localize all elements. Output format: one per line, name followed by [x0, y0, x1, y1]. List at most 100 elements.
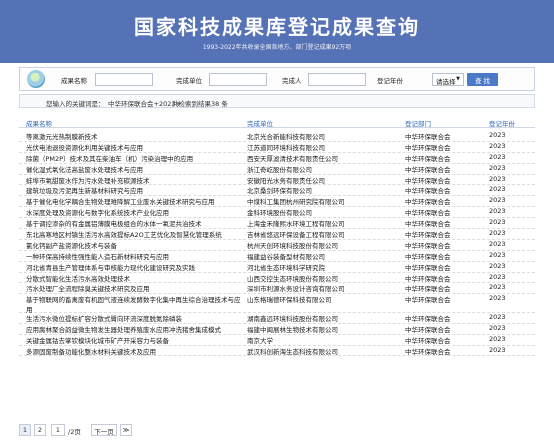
page-subtitle: 1993-2022年共收录全国各地方、部门登记成果92万项	[202, 44, 352, 51]
cell-dept: 中华环保联合会	[405, 154, 451, 163]
cell-year: 2023	[489, 163, 506, 172]
cell-dept: 中华环保联合会	[405, 143, 451, 152]
table-row[interactable]: 基于催化电化学耦合生物处理难降解工业废水关键技术研究与应用 中煤科工集团杭州研究院…	[19, 196, 535, 208]
cell-year: 2023	[489, 196, 506, 205]
cell-dept: 中华环保联合会	[405, 187, 451, 196]
cell-dept: 中华环保联合会	[405, 252, 451, 261]
table-row[interactable]: 东北高寒地区村镇生活污水高效提标A2O工艺优化及智慧化管理系统 吉林省悠远环保设备…	[19, 229, 535, 240]
last-page-button[interactable]: ≫	[120, 424, 132, 436]
cell-dept: 中华环保联合会	[405, 314, 451, 323]
person-input[interactable]	[308, 73, 366, 86]
table-header: 成果名称 完成单位 登记部门 登记年份	[19, 117, 535, 128]
cell-dept: 中华环保联合会	[405, 296, 451, 305]
cell-year: 2023	[489, 218, 506, 227]
table-row[interactable]: 河北省青县生产管理体系与审核能力现代化建设研究及实践 河北省生态环境科学研究院 中华…	[19, 262, 535, 273]
result-summary: 您输入的关键词是： 中华环保联合会+2023+ 共检索到结果38 条	[19, 94, 535, 108]
cell-unit: 杭州天创环境科技股份有限公司	[247, 241, 338, 250]
cell-unit: 金科环境股份有限公司	[247, 209, 312, 218]
page-2-button[interactable]: 2	[34, 424, 46, 436]
name-input[interactable]	[95, 73, 153, 86]
cell-dept: 中华环保联合会	[405, 209, 451, 218]
cell-year: 2023	[489, 131, 506, 139]
cell-dept: 中华环保联合会	[405, 263, 451, 272]
keyword-prefix: 您输入的关键词是：	[46, 100, 105, 108]
cell-dept: 中华环保联合会	[405, 274, 451, 283]
cell-dept: 中华环保联合会	[405, 133, 451, 141]
table-row[interactable]: 基于调控渗杂的有金属铝薄膜电极组合的水体一氧泥共治技术 上海金禾隆熙水环境工程有限…	[19, 218, 535, 230]
cell-year: 2023	[489, 207, 506, 216]
cell-unit: 江苏道同环境科技有限公司	[247, 143, 325, 152]
pagination: 1 2 1 /2页 下一页 ≫	[19, 424, 535, 438]
cell-dept: 中华环保联合会	[405, 198, 451, 207]
cell-year: 2023	[489, 272, 506, 281]
unit-input[interactable]	[209, 73, 267, 86]
cell-year: 2023	[489, 294, 506, 303]
cell-unit: 上海金禾隆熙水环境工程有限公司	[247, 220, 345, 229]
cell-unit: 湖南鑫远环境科技股份有限公司	[247, 314, 338, 323]
table-row[interactable]: 一种环保高持续性强性能人造石新材料研究与应用 福建益谷装备型材有限公司 中华环保联合…	[19, 251, 535, 262]
cell-unit: 深圳市利源水务设计咨询有限公司	[247, 285, 345, 294]
cell-unit: 山西交控生态环境股份有限公司	[247, 274, 338, 283]
cell-unit: 西安天厚滤清技术有限责任公司	[247, 154, 338, 163]
year-select[interactable]: 请选择 ▼	[432, 73, 464, 86]
cell-unit: 北京光合新能科技有限公司	[247, 133, 325, 141]
header-banner: 国家科技成果库登记成果查询 1993-2022年共收录全国各地方、部门登记成果9…	[0, 0, 554, 63]
person-label: 完成人	[282, 77, 302, 85]
table-row[interactable]: 多源固废制备功能化整水材料关键技术及应用 武汉科创新海生态科技有限公司 中华环保联合…	[19, 346, 535, 357]
cell-unit: 安徽阳光水务有限责任公司	[247, 176, 325, 185]
cell-name[interactable]: 基于物联网的畜禽废有机固气液连续发酵数字化集中再生综合治理技术与应用	[26, 294, 244, 314]
search-button[interactable]: 查 找	[467, 73, 498, 86]
cell-unit: 中煤科工集团杭州研究院有限公司	[247, 198, 345, 207]
cell-year: 2023	[489, 152, 506, 161]
result-count: 共检索到结果38 条	[172, 100, 228, 108]
page-title: 国家科技成果库登记成果查询	[134, 15, 420, 39]
cell-dept: 中华环保联合会	[405, 347, 451, 356]
page-goto-input[interactable]: 1	[51, 424, 65, 436]
page-1-button[interactable]: 1	[19, 424, 31, 436]
col-header-name: 成果名称	[26, 120, 52, 128]
cell-unit: 南京大学	[247, 336, 273, 345]
cell-unit: 浙江奇屹股份有限公司	[247, 165, 312, 174]
cell-year: 2023	[489, 334, 506, 343]
cell-year: 2023	[489, 312, 506, 321]
unit-label: 完成单位	[176, 77, 202, 85]
cell-dept: 中华环保联合会	[405, 285, 451, 294]
table-row[interactable]: 污水处理厂全流程除臭关键技术研究及应用 深圳市利源水务设计咨询有限公司 中华环保联合…	[19, 283, 535, 295]
table-row[interactable]: 除菌（PM2P）技术及其在柴油车（机）污染治理中的应用 西安天厚滤清技术有限责任公…	[19, 153, 535, 164]
table-row[interactable]: 水深度处理及资源化与数字化系统技术产业化应用 金科环境股份有限公司 中华环保联合会 2…	[19, 207, 535, 219]
cell-year: 2023	[489, 283, 506, 292]
table-row[interactable]: 氯化钙副产盐资源化技术与装备 杭州天创环境科技股份有限公司 中华环保联合会 2023	[19, 240, 535, 251]
next-page-button[interactable]: 下一页	[91, 424, 117, 436]
cell-unit: 吉林省悠远环保设备工程有限公司	[247, 231, 345, 240]
cell-year: 2023	[489, 261, 506, 270]
cell-year: 2023	[489, 323, 506, 332]
table-row[interactable]: 分散式智能化生活污水高效处理技术 山西交控生态环境股份有限公司 中华环保联合会 202…	[19, 273, 535, 284]
cell-unit: 北京桑剑环保有限公司	[247, 187, 312, 196]
year-select-value: 请选择	[436, 78, 456, 86]
search-panel: 成果名称 完成单位 完成人 登记年份 请选择 ▼ 查 找	[19, 67, 535, 91]
cell-unit: 武汉科创新海生态科技有限公司	[247, 347, 338, 356]
cell-year: 2023	[489, 141, 506, 150]
cell-dept: 中华环保联合会	[405, 336, 451, 345]
cell-year: 2023	[489, 250, 506, 259]
table-row[interactable]: 光伏电池退役资源化利用关键技术与应用 江苏道同环境科技有限公司 中华环保联合会 202…	[19, 142, 535, 153]
cell-dept: 中华环保联合会	[405, 176, 451, 185]
table-row[interactable]: 等离激元光热制膜新技术 北京光合新能科技有限公司 中华环保联合会 2023	[19, 131, 535, 142]
table-row[interactable]: 基于物联网的畜禽废有机固气液连续发酵数字化集中再生综合治理技术与应用 山东格瑞德环…	[19, 294, 535, 314]
keyword-value: 中华环保联合会+2023+	[108, 100, 181, 108]
col-header-unit: 完成单位	[247, 120, 273, 128]
table-row[interactable]: 催化湿式氧化法高盐废水处理技术与应用 浙江奇屹股份有限公司 中华环保联合会 2023	[19, 164, 535, 175]
magnifier-globe-icon	[27, 70, 45, 88]
cell-year: 2023	[489, 229, 506, 238]
table-row[interactable]: 建筑垃圾及污泥再生新基材料研究与应用 北京桑剑环保有限公司 中华环保联合会 2023	[19, 185, 535, 197]
cell-year: 2023	[489, 239, 506, 248]
col-header-year: 登记年份	[489, 120, 515, 128]
table-row[interactable]: 生活污水微位提标扩容分散式臀向环流深度脱氮除磷装 湖南鑫远环境科技股份有限公司 中华…	[19, 313, 535, 324]
chevron-down-icon: ▼	[456, 76, 460, 82]
table-row[interactable]: 关键金属钴去掌钦模块化城市矿产开采容力与装备 南京大学 中华环保联合会 2023	[19, 335, 535, 346]
col-header-dept: 登记部门	[405, 120, 431, 128]
table-row[interactable]: 应用腐林聚合韵益微生物发生器处理养殖废水应用冲洗猪舍集成模式 福建中闽展林生物技术…	[19, 324, 535, 335]
results-table: 等离激元光热制膜新技术 北京光合新能科技有限公司 中华环保联合会 2023 光伏电池退役…	[19, 131, 535, 357]
table-row[interactable]: 蚌埠市氧甜废水作为污水处理补充碳源技术 安徽阳光水务有限责任公司 中华环保联合会 20…	[19, 175, 535, 186]
cell-year: 2023	[489, 345, 506, 354]
